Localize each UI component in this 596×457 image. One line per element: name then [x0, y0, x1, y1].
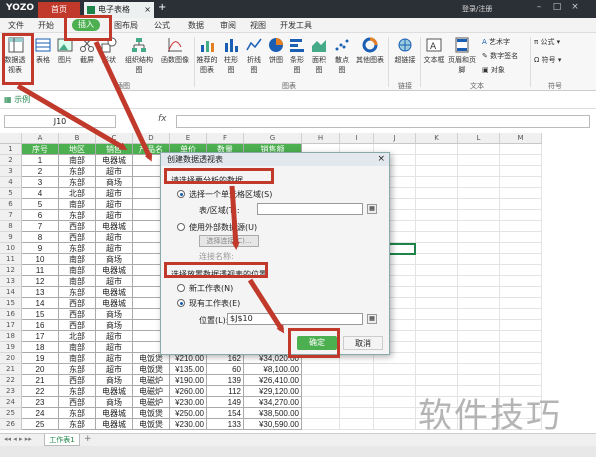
arrow-to-dialog [16, 83, 128, 151]
arrow-to-location [229, 185, 240, 250]
arrow-insert-to-dialog [93, 40, 153, 162]
watermark: 软件技巧 [418, 396, 562, 436]
arrow-to-ok [247, 278, 285, 334]
spreadsheet-app: YOZO 首页 电子表格 × + 登录/注册 – □ × 文件 开始 插入 图布局 … [0, 0, 596, 457]
